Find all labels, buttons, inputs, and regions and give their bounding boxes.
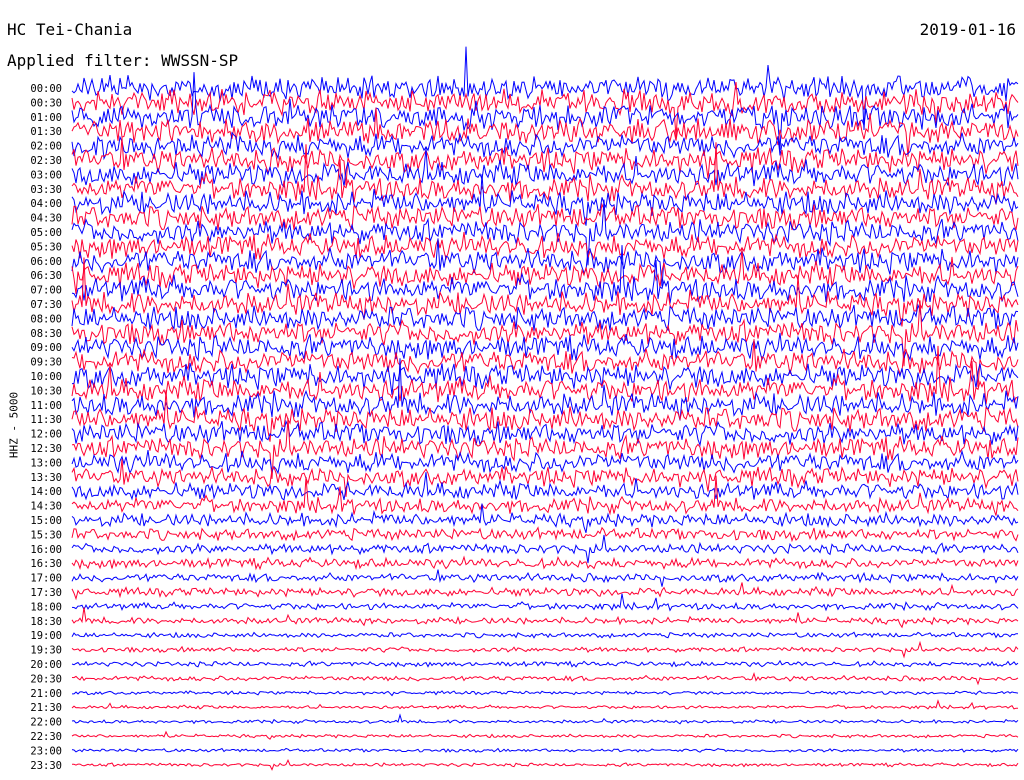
trace-line — [71, 534, 1019, 564]
trace-line — [71, 449, 1019, 475]
row-time-label: 18:00 — [30, 601, 62, 613]
row-time-label: 06:00 — [30, 256, 62, 268]
trace-line — [71, 582, 1019, 601]
trace-group — [71, 46, 1019, 771]
row-time-label: 10:30 — [30, 385, 62, 397]
row-time-label: 05:00 — [30, 227, 62, 239]
row-time-label: 20:00 — [30, 659, 62, 671]
trace-line — [71, 137, 1019, 186]
row-time-label: 11:30 — [30, 414, 62, 426]
trace-line — [71, 555, 1019, 571]
trace-line — [71, 358, 1019, 421]
row-time-label: 11:00 — [30, 400, 62, 412]
trace-line — [71, 659, 1019, 668]
trace-line — [72, 758, 1019, 771]
trace-line — [71, 671, 1019, 686]
row-time-label: 00:00 — [30, 83, 62, 95]
trace-line — [71, 526, 1019, 543]
row-time-label: 17:30 — [30, 587, 62, 599]
row-time-label: 19:00 — [30, 630, 62, 642]
row-time-label: 13:00 — [30, 457, 62, 469]
trace-line — [71, 607, 1019, 629]
trace-line — [71, 747, 1019, 753]
row-time-label: 22:00 — [30, 717, 62, 729]
row-time-label: 22:30 — [30, 731, 62, 743]
row-time-label: 17:00 — [30, 573, 62, 585]
trace-line — [72, 690, 1019, 697]
trace-line — [71, 699, 1019, 710]
row-time-label: 20:30 — [30, 673, 62, 685]
row-time-label: 14:30 — [30, 501, 62, 513]
trace-line — [71, 631, 1018, 639]
helicorder-plot: 00:00 00:30 01:00 01:30 02:00 02:30 03:00 03:30… — [30, 46, 1019, 772]
row-time-label: 10:00 — [30, 371, 62, 383]
row-time-label: 02:00 — [30, 141, 62, 153]
row-time-label: 16:00 — [30, 544, 62, 556]
row-time-label: 21:00 — [30, 688, 62, 700]
trace-line — [71, 593, 1019, 612]
row-time-label: 02:30 — [30, 155, 62, 167]
row-time-label: 06:30 — [30, 270, 62, 282]
row-time-label: 05:30 — [30, 241, 62, 253]
row-time-label: 07:00 — [30, 285, 62, 297]
row-time-label: 13:30 — [30, 472, 62, 484]
row-time-label: 09:00 — [30, 342, 62, 354]
row-time-label: 00:30 — [30, 97, 62, 109]
row-time-label: 04:00 — [30, 198, 62, 210]
row-time-label: 14:00 — [30, 486, 62, 498]
row-time-label: 12:00 — [30, 429, 62, 441]
row-time-label: 21:30 — [30, 702, 62, 714]
row-time-label: 03:30 — [30, 184, 62, 196]
row-time-label: 15:30 — [30, 529, 62, 541]
row-time-label: 04:30 — [30, 213, 62, 225]
row-time-label: 01:00 — [30, 112, 62, 124]
trace-line — [71, 713, 1019, 725]
row-time-label: 12:30 — [30, 443, 62, 455]
trace-line — [71, 640, 1019, 659]
row-time-label: 08:00 — [30, 313, 62, 325]
row-time-label: 09:30 — [30, 357, 62, 369]
row-time-label: 03:00 — [30, 169, 62, 181]
row-time-label: 15:00 — [30, 515, 62, 527]
row-time-label: 16:30 — [30, 558, 62, 570]
row-time-label: 01:30 — [30, 126, 62, 138]
row-time-label: 19:30 — [30, 645, 62, 657]
row-time-label: 18:30 — [30, 616, 62, 628]
time-tick-labels: 00:00 00:30 01:00 01:30 02:00 02:30 03:00 03:30… — [30, 83, 62, 772]
row-time-label: 23:30 — [30, 760, 62, 772]
trace-line — [71, 459, 1019, 497]
row-time-label: 23:00 — [30, 745, 62, 757]
trace-line — [71, 730, 1019, 740]
trace-line — [71, 303, 1019, 332]
row-time-label: 07:30 — [30, 299, 62, 311]
row-time-label: 08:30 — [30, 328, 62, 340]
trace-line — [71, 569, 1019, 587]
